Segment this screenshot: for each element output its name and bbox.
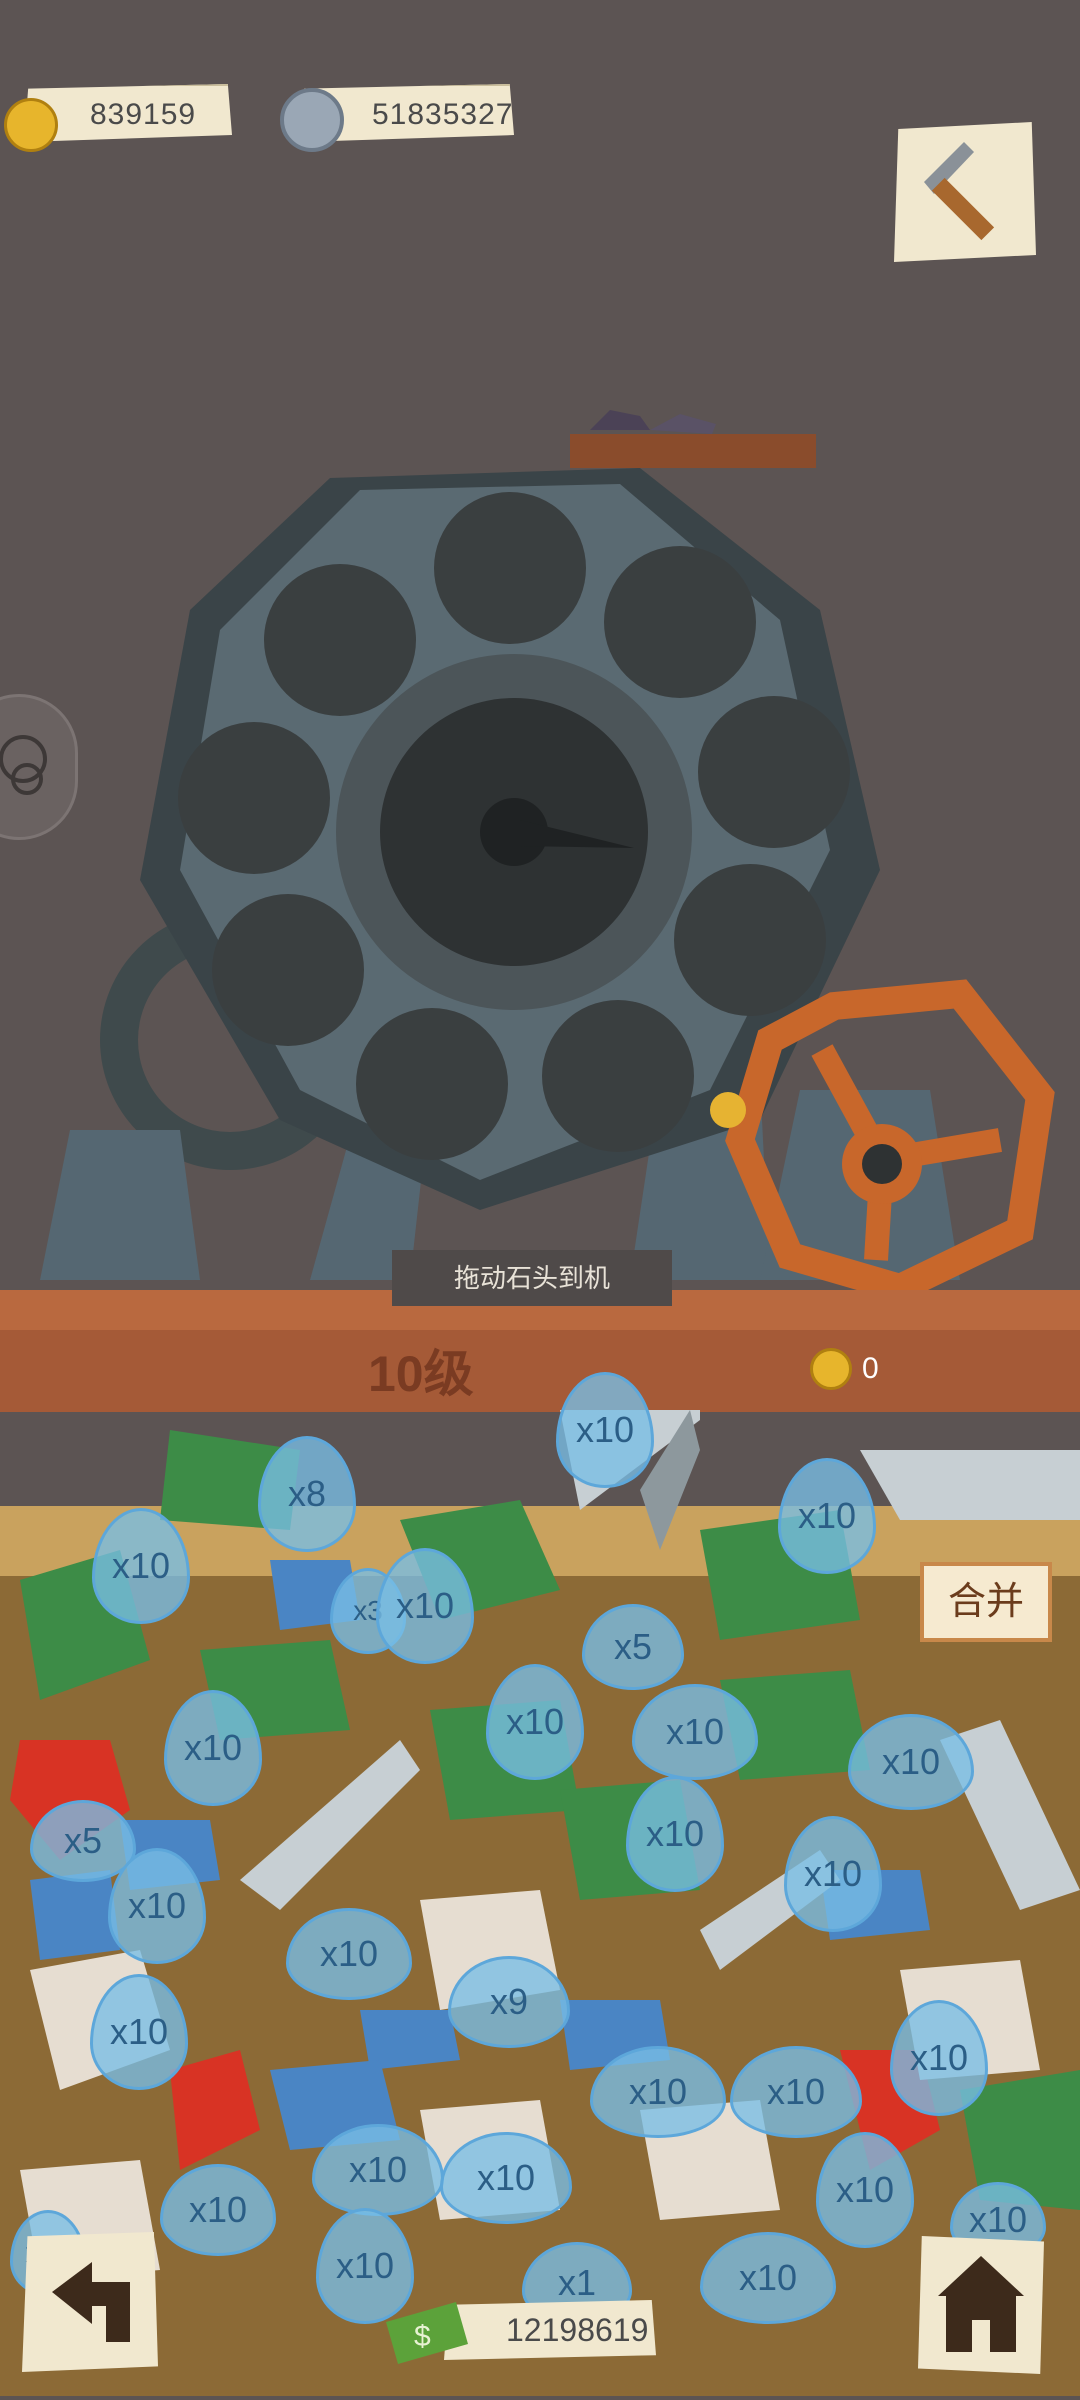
svg-text:$: $ — [414, 2320, 431, 2353]
shop-button[interactable] — [918, 2236, 1044, 2374]
machine-level-label: 10级 — [368, 1346, 474, 1402]
drag-hint-text: 拖动石头到机 — [392, 1250, 672, 1306]
gear-coin-icon — [280, 88, 344, 152]
machine-platform — [0, 1330, 1080, 1412]
medal-icon — [4, 98, 58, 152]
cash-icon: $ — [386, 2302, 468, 2364]
pickaxe-button[interactable] — [894, 122, 1036, 262]
medal-value: 839159 — [90, 98, 197, 131]
undo-icon — [52, 2262, 130, 2342]
pickaxe-icon — [924, 142, 995, 241]
undo-button[interactable] — [22, 2232, 158, 2372]
reward-count: 0 — [862, 1352, 879, 1385]
merge-button[interactable]: 合并 — [920, 1562, 1052, 1642]
shop-icon — [938, 2256, 1024, 2352]
cash-value: 12198619 — [506, 2312, 649, 2348]
gear-value: 51835327 — [372, 98, 514, 131]
reward-medal-icon — [810, 1348, 852, 1390]
stone-machine — [40, 410, 1055, 1300]
